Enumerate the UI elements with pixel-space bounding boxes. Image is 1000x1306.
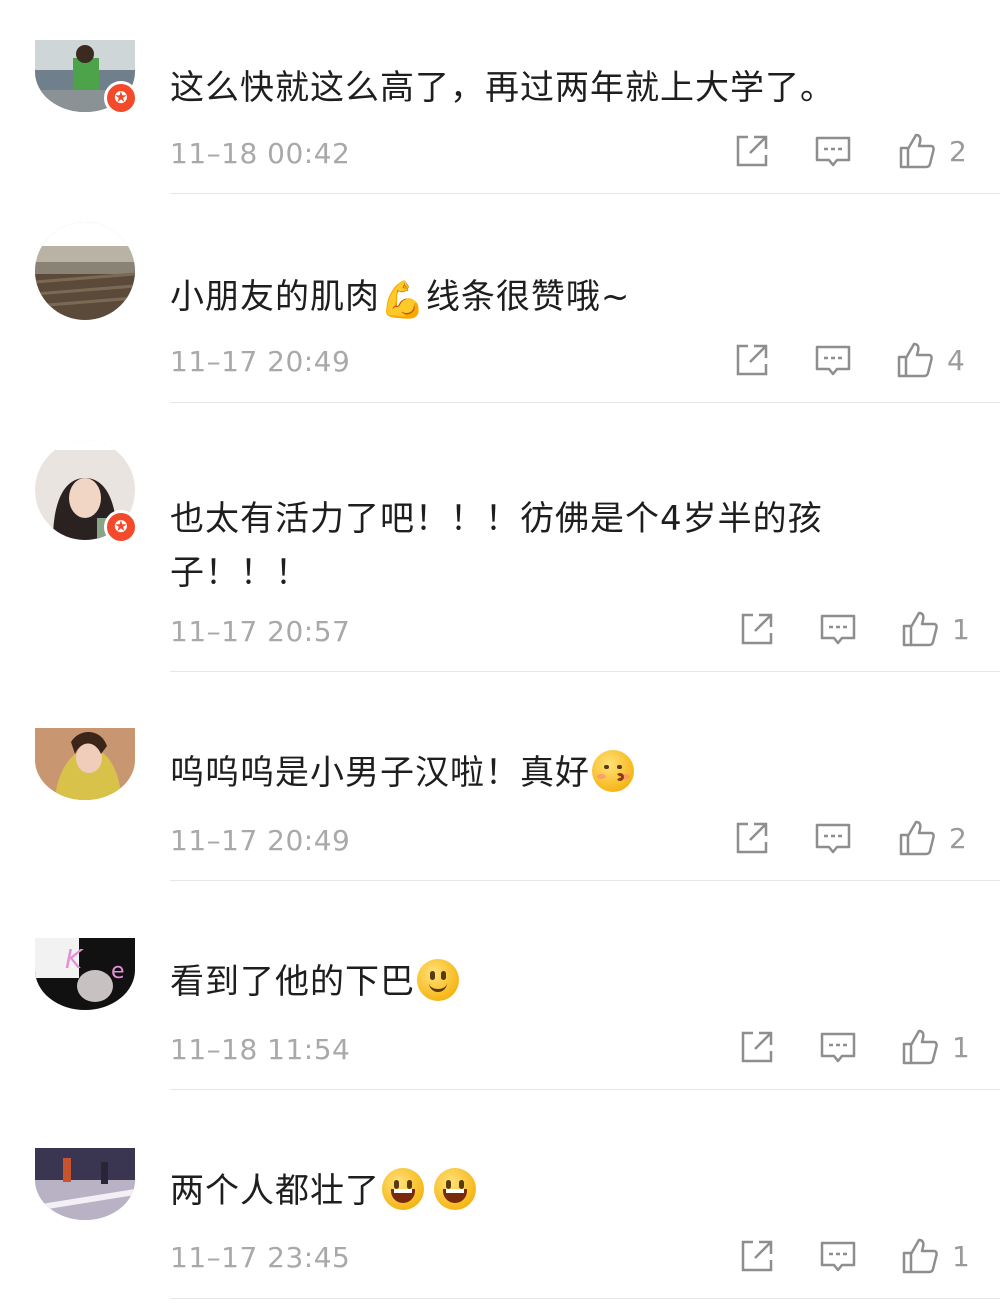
share-icon	[741, 1031, 773, 1063]
reply-button[interactable]	[818, 1236, 858, 1280]
thumbs-up-icon	[902, 1029, 938, 1065]
comment-time: 11–17 20:49	[170, 345, 351, 378]
comment-text: 这么快就这么高了，再过两年就上大学了。	[170, 68, 835, 108]
comment-text: 也太有活力了吧！！！彷佛是个4岁半的孩子！！！	[170, 499, 823, 593]
share-icon	[736, 822, 768, 854]
svg-text:K: K	[65, 945, 84, 975]
avatar[interactable]	[35, 222, 135, 320]
flexed-bicep-emoji: 💪	[380, 280, 426, 321]
comment-time: 11–18 11:54	[170, 1033, 351, 1066]
comment-text: 两个人都壮了	[170, 1165, 870, 1217]
comment-actions: 4	[700, 340, 1000, 384]
reply-icon	[815, 345, 851, 376]
share-button[interactable]	[737, 1236, 777, 1280]
share-button[interactable]	[732, 340, 772, 384]
comment-text-part: 小朋友的肌肉	[170, 277, 380, 317]
divider	[170, 193, 1000, 194]
comment-actions: 1	[700, 1027, 1000, 1071]
thumbs-up-icon	[902, 1238, 938, 1274]
comment-time: 11–18 00:42	[170, 137, 351, 170]
reply-icon	[820, 1241, 856, 1272]
like-count: 2	[949, 135, 967, 168]
reply-button[interactable]	[813, 340, 853, 384]
divider	[170, 671, 1000, 672]
verified-badge-icon: ✪	[104, 510, 138, 544]
divider	[170, 880, 1000, 881]
thumbs-up-icon	[899, 133, 935, 169]
share-button[interactable]	[732, 131, 772, 175]
comment-text-part: 两个人都壮了	[170, 1171, 380, 1211]
avatar[interactable]: Ke	[35, 938, 135, 1010]
reply-button[interactable]	[818, 1027, 858, 1071]
thumbs-up-icon	[897, 342, 933, 378]
share-button[interactable]	[737, 609, 777, 653]
like-button[interactable]	[900, 1236, 940, 1280]
comment-actions: 1	[700, 1236, 1000, 1280]
reply-icon	[815, 823, 851, 854]
thumbs-up-icon	[902, 611, 938, 647]
like-count: 1	[952, 613, 970, 646]
like-count: 4	[947, 344, 965, 377]
laughing-face-emoji	[382, 1168, 424, 1210]
comment-actions: 2	[700, 818, 1000, 862]
verified-badge-icon: ✪	[104, 81, 138, 115]
comment-text-part: 呜呜呜是小男子汉啦！真好	[170, 753, 590, 793]
comment-time: 11–17 20:57	[170, 615, 351, 648]
comment-text: 呜呜呜是小男子汉啦！真好	[170, 747, 870, 799]
comment-time: 11–17 20:49	[170, 824, 351, 857]
laughing-face-emoji	[434, 1168, 476, 1210]
share-button[interactable]	[737, 1027, 777, 1071]
comment-text-part: 线条很赞哦~	[425, 277, 631, 317]
like-button[interactable]	[897, 131, 937, 175]
like-count: 2	[949, 822, 967, 855]
comment-text-part: 看到了他的下巴	[170, 962, 415, 1002]
divider	[170, 402, 1000, 403]
comment-actions: 1	[700, 609, 1000, 653]
like-count: 1	[952, 1240, 970, 1273]
share-icon	[736, 344, 768, 376]
smiling-face-emoji	[417, 959, 459, 1001]
comment-actions: 2	[700, 131, 1000, 175]
divider	[170, 1298, 1000, 1299]
reply-button[interactable]	[818, 609, 858, 653]
thumbs-up-icon	[899, 820, 935, 856]
avatar[interactable]	[35, 1148, 135, 1220]
like-count: 1	[952, 1031, 970, 1064]
reply-button[interactable]	[813, 818, 853, 862]
like-button[interactable]	[897, 818, 937, 862]
comment-time: 11–17 23:45	[170, 1241, 351, 1274]
share-icon	[741, 1240, 773, 1272]
like-button[interactable]	[900, 609, 940, 653]
svg-text:e: e	[111, 959, 125, 984]
reply-icon	[820, 614, 856, 645]
comment-text: 小朋友的肌肉💪线条很赞哦~	[170, 271, 870, 323]
like-button[interactable]	[900, 1027, 940, 1071]
share-icon	[741, 613, 773, 645]
avatar[interactable]	[35, 728, 135, 800]
comment-text: 看到了他的下巴	[170, 956, 870, 1008]
divider	[170, 1089, 1000, 1090]
reply-icon	[815, 136, 851, 167]
share-button[interactable]	[732, 818, 772, 862]
share-icon	[736, 135, 768, 167]
reply-icon	[820, 1032, 856, 1063]
like-button[interactable]	[895, 340, 935, 384]
reply-button[interactable]	[813, 131, 853, 175]
kissing-face-emoji	[592, 750, 634, 792]
